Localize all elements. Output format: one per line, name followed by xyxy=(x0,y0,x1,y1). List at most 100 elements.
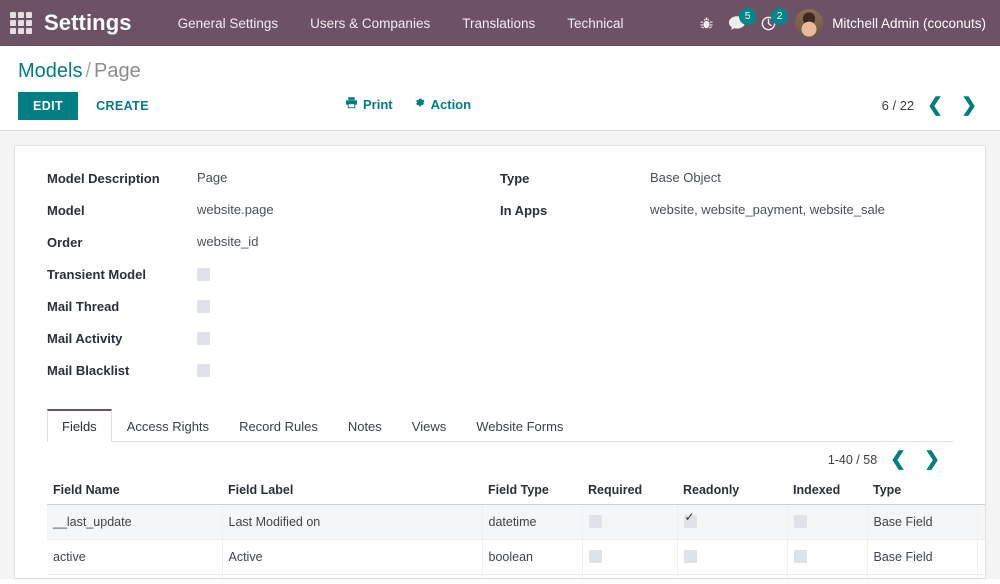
edit-button[interactable]: EDIT xyxy=(18,92,78,120)
field-model: Model website.page xyxy=(47,202,500,222)
readonly-checkbox[interactable] xyxy=(684,550,697,563)
list-pager: 1-40 / 58 ❮ ❯ xyxy=(47,442,953,475)
create-button[interactable]: CREATE xyxy=(82,92,163,120)
column-header-required[interactable]: Required xyxy=(582,475,677,505)
required-checkbox[interactable] xyxy=(589,515,602,528)
mail-activity-checkbox[interactable] xyxy=(197,332,210,345)
cell-indexed xyxy=(787,575,867,580)
column-header-type[interactable]: Type xyxy=(867,475,977,505)
field-value[interactable]: Base Object xyxy=(650,170,721,185)
tab-website-forms[interactable]: Website Forms xyxy=(461,409,578,442)
field-in-apps: In Apps website, website_payment, websit… xyxy=(500,202,953,222)
field-label: Mail Blacklist xyxy=(47,362,197,378)
record-pager-next[interactable]: ❯ xyxy=(956,96,982,115)
tab-record-rules[interactable]: Record Rules xyxy=(224,409,333,442)
form-column-right: Type Base Object In Apps website, websit… xyxy=(500,170,953,394)
field-label: Model xyxy=(47,202,197,218)
field-label: Model Description xyxy=(47,170,197,186)
field-mail-thread: Mail Thread xyxy=(47,298,500,318)
control-panel-buttons: EDIT CREATE Print xyxy=(0,86,1000,130)
cell-type: Base Field xyxy=(867,540,977,575)
print-button[interactable]: Print xyxy=(345,96,393,112)
trash-icon[interactable]: 🗑 xyxy=(984,549,987,564)
indexed-checkbox[interactable] xyxy=(794,550,807,563)
readonly-checkbox[interactable] xyxy=(684,515,697,528)
record-pager-prev[interactable]: ❮ xyxy=(922,96,948,115)
notebook-tabs: Fields Access Rights Record Rules Notes … xyxy=(47,408,953,442)
cell-field-type: boolean xyxy=(482,540,582,575)
chat-bubble-icon[interactable]: 5 xyxy=(728,15,746,31)
column-header-indexed[interactable]: Indexed xyxy=(787,475,867,505)
field-value[interactable]: website_id xyxy=(197,234,258,249)
notebook: Fields Access Rights Record Rules Notes … xyxy=(47,408,953,579)
field-mail-blacklist: Mail Blacklist xyxy=(47,362,500,382)
field-value[interactable]: website, website_payment, website_sale xyxy=(650,202,885,217)
table-row[interactable]: __last_update Last Modified on datetime … xyxy=(47,505,986,540)
mail-thread-checkbox[interactable] xyxy=(197,300,210,313)
action-button[interactable]: Action xyxy=(413,96,471,112)
field-label: Type xyxy=(500,170,650,186)
gear-icon xyxy=(413,96,426,112)
menu-item-users-companies[interactable]: Users & Companies xyxy=(294,10,446,37)
table-row[interactable]: active Active boolean Base Field 🗑 xyxy=(47,540,986,575)
messages-badge: 5 xyxy=(739,8,756,25)
cell-field-label: Last Modified on xyxy=(222,505,482,540)
printer-icon xyxy=(345,96,358,112)
clock-icon[interactable]: 2 xyxy=(760,15,777,32)
form-view-area: Model Description Page Model website.pag… xyxy=(0,131,1000,579)
tab-views[interactable]: Views xyxy=(397,409,461,442)
tab-fields[interactable]: Fields xyxy=(47,409,112,442)
cell-readonly xyxy=(677,575,787,580)
field-mail-activity: Mail Activity xyxy=(47,330,500,350)
transient-model-checkbox[interactable] xyxy=(197,268,210,281)
column-header-field-label[interactable]: Field Label xyxy=(222,475,482,505)
cell-delete: 🗑 xyxy=(977,540,986,575)
cell-delete: 🗑 xyxy=(977,505,986,540)
tab-notes[interactable]: Notes xyxy=(333,409,397,442)
vertical-dots-icon[interactable]: ⋮ xyxy=(977,475,986,505)
cell-field-name: arch xyxy=(47,575,222,580)
table-body: __last_update Last Modified on datetime … xyxy=(47,505,986,580)
record-pager: 6 / 22 ❮ ❯ xyxy=(882,96,982,115)
column-header-readonly[interactable]: Readonly xyxy=(677,475,787,505)
cell-field-name: active xyxy=(47,540,222,575)
navbar-right-tools: 5 2 Mitchell Admin (coconuts) xyxy=(699,0,986,46)
cell-type: Base Field xyxy=(867,575,977,580)
app-brand-settings[interactable]: Settings xyxy=(44,10,132,36)
menu-item-general-settings[interactable]: General Settings xyxy=(162,10,295,37)
menu-item-technical[interactable]: Technical xyxy=(551,10,639,37)
main-menu: General Settings Users & Companies Trans… xyxy=(162,10,640,37)
field-order: Order website_id xyxy=(47,234,500,254)
cell-delete: 🗑 xyxy=(977,575,986,580)
cell-field-label: View Architecture xyxy=(222,575,482,580)
menu-item-translations[interactable]: Translations xyxy=(446,10,551,37)
field-label: In Apps xyxy=(500,202,650,218)
cell-required xyxy=(582,540,677,575)
field-model-description: Model Description Page xyxy=(47,170,500,190)
list-pager-next[interactable]: ❯ xyxy=(919,450,945,469)
breadcrumb-item-page: Page xyxy=(94,60,141,82)
column-header-field-name[interactable]: Field Name xyxy=(47,475,222,505)
table-row[interactable]: arch View Architecture text Base Field 🗑 xyxy=(47,575,986,580)
user-menu[interactable]: Mitchell Admin (coconuts) xyxy=(795,9,986,37)
indexed-checkbox[interactable] xyxy=(794,515,807,528)
required-checkbox[interactable] xyxy=(589,550,602,563)
breadcrumb-item-models[interactable]: Models xyxy=(18,60,82,82)
field-value[interactable]: website.page xyxy=(197,202,274,217)
bug-icon[interactable] xyxy=(699,16,714,31)
cell-type: Base Field xyxy=(867,505,977,540)
cell-field-label: Active xyxy=(222,540,482,575)
list-pager-prev[interactable]: ❮ xyxy=(885,450,911,469)
field-value[interactable]: Page xyxy=(197,170,227,185)
apps-grid-icon[interactable] xyxy=(10,12,32,34)
field-type: Type Base Object xyxy=(500,170,953,190)
tab-access-rights[interactable]: Access Rights xyxy=(112,409,224,442)
table-header-row: Field Name Field Label Field Type Requir… xyxy=(47,475,986,505)
trash-icon[interactable]: 🗑 xyxy=(984,514,987,529)
column-header-field-type[interactable]: Field Type xyxy=(482,475,582,505)
cell-field-type: datetime xyxy=(482,505,582,540)
action-label: Action xyxy=(431,97,471,112)
cell-indexed xyxy=(787,505,867,540)
mail-blacklist-checkbox[interactable] xyxy=(197,364,210,377)
field-label: Order xyxy=(47,234,197,250)
